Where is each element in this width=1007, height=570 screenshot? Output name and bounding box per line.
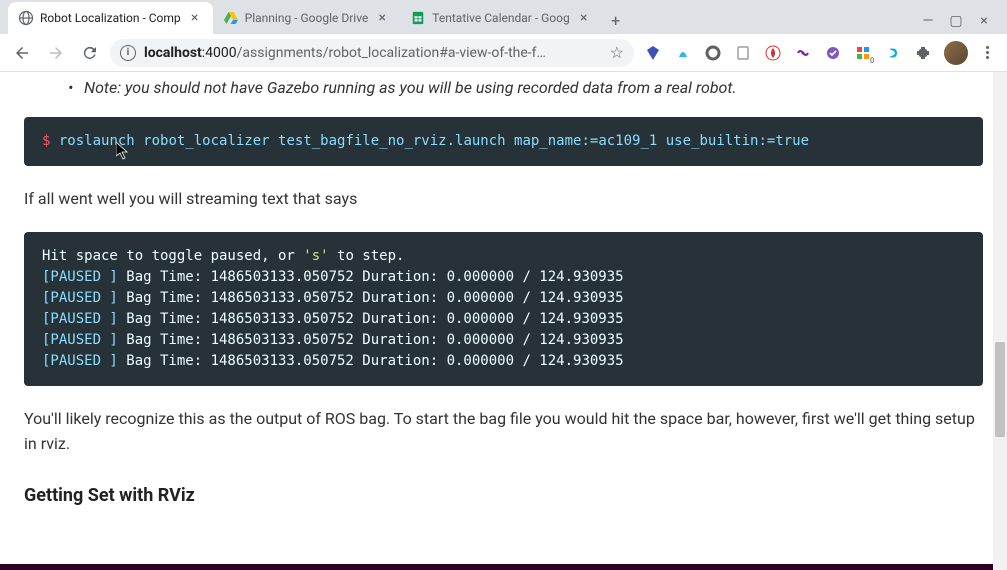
maximize-icon[interactable]: ▢ (949, 14, 963, 28)
globe-icon (18, 10, 34, 26)
section-heading: Getting Set with RViz (24, 485, 983, 506)
scrollbar-track[interactable] (993, 72, 1007, 570)
extension-icon[interactable] (704, 44, 722, 62)
scrollbar-thumb[interactable] (995, 342, 1005, 437)
extension-area: 0 (640, 41, 999, 65)
forward-button[interactable] (42, 39, 70, 67)
site-info-icon[interactable]: i (120, 45, 136, 61)
bookmark-icon[interactable]: ☆ (610, 43, 624, 62)
close-icon[interactable]: × (576, 10, 592, 26)
tab-strip: Robot Localization - Comp × Planning - G… (8, 0, 921, 34)
command-block: $ roslaunch robot_localizer test_bagfile… (24, 117, 983, 166)
window-controls: — ▢ × (921, 14, 999, 34)
paragraph: You'll likely recognize this as the outp… (24, 406, 983, 457)
extension-icon[interactable]: 0 (854, 44, 872, 62)
tab-title: Planning - Google Drive (245, 11, 369, 25)
new-tab-button[interactable]: + (602, 6, 630, 34)
address-bar[interactable]: i localhost:4000/assignments/robot_local… (110, 39, 634, 67)
desktop-panel (0, 564, 1007, 570)
reload-button[interactable] (76, 39, 104, 67)
url-text: localhost:4000/assignments/robot_localiz… (144, 45, 602, 61)
extension-icon[interactable] (794, 44, 812, 62)
note-text: Note: you should not have Gazebo running… (24, 72, 983, 97)
paragraph: If all went well you will streaming text… (24, 186, 983, 212)
profile-avatar[interactable] (944, 41, 968, 65)
minimize-icon[interactable]: — (921, 14, 935, 28)
extension-icon[interactable] (764, 44, 782, 62)
output-block: Hit space to toggle paused, or 's' to st… (24, 232, 983, 386)
tab-1[interactable]: Planning - Google Drive × (213, 2, 401, 34)
extension-icon[interactable] (644, 44, 662, 62)
extension-icon[interactable] (884, 44, 902, 62)
tab-0[interactable]: Robot Localization - Comp × (8, 2, 213, 34)
back-button[interactable] (8, 39, 36, 67)
extension-icon[interactable] (824, 44, 842, 62)
close-icon[interactable]: × (187, 10, 203, 26)
chrome-menu-icon[interactable] (980, 46, 995, 59)
page-content: Note: you should not have Gazebo running… (0, 72, 1007, 564)
badge-count: 0 (869, 57, 875, 65)
extensions-menu-icon[interactable] (914, 44, 932, 62)
tab-2[interactable]: Tentative Calendar - Goog × (400, 2, 601, 34)
tab-title: Tentative Calendar - Goog (432, 11, 569, 25)
close-icon[interactable]: × (374, 10, 390, 26)
close-window-icon[interactable]: × (977, 14, 991, 28)
sheets-icon (410, 10, 426, 26)
extension-icon[interactable] (674, 44, 692, 62)
extension-icon[interactable] (734, 44, 752, 62)
tab-title: Robot Localization - Comp (40, 11, 181, 25)
drive-icon (223, 10, 239, 26)
